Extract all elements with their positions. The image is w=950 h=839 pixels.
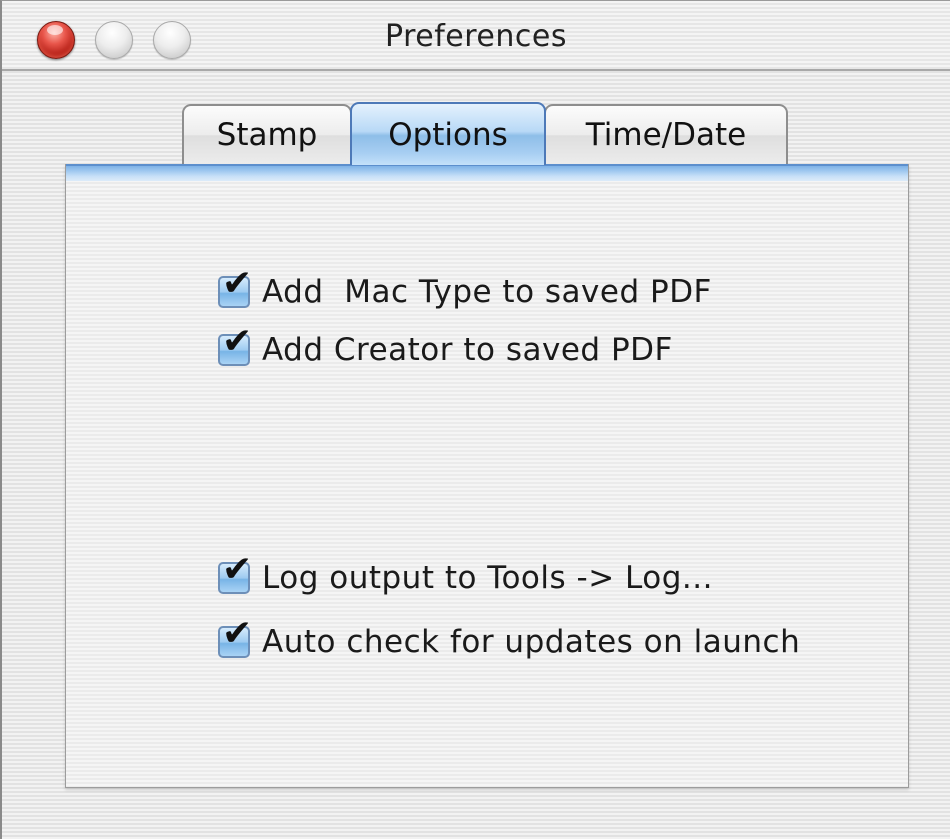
log-output-checkbox[interactable]: ✔ xyxy=(218,552,252,594)
option-add-mac-type[interactable]: ✔ Add Mac Type to saved PDF xyxy=(218,266,712,310)
add-creator-label: Add Creator to saved PDF xyxy=(262,332,673,368)
tab-bar: Stamp Options Time/Date xyxy=(182,102,788,165)
tab-options[interactable]: Options xyxy=(350,102,546,165)
tab-stamp[interactable]: Stamp xyxy=(182,104,352,164)
panel-selection-bar xyxy=(66,164,908,181)
checkmark-icon: ✔ xyxy=(222,549,253,590)
option-add-creator[interactable]: ✔ Add Creator to saved PDF xyxy=(218,324,673,368)
options-panel: ✔ Add Mac Type to saved PDF ✔ Add Creato… xyxy=(65,164,909,788)
checkmark-icon: ✔ xyxy=(222,321,253,362)
window-title: Preferences xyxy=(385,19,567,54)
preferences-window: Preferences Stamp Options Time/Date ✔ Ad… xyxy=(0,0,950,839)
log-output-label: Log output to Tools -> Log... xyxy=(262,560,713,596)
checkmark-icon: ✔ xyxy=(222,263,253,304)
checkmark-icon: ✔ xyxy=(222,613,253,654)
option-auto-check-updates[interactable]: ✔ Auto check for updates on launch xyxy=(218,616,801,660)
auto-check-updates-label: Auto check for updates on launch xyxy=(262,624,801,660)
auto-check-updates-checkbox[interactable]: ✔ xyxy=(218,616,252,658)
tab-time-date[interactable]: Time/Date xyxy=(544,104,788,164)
add-creator-checkbox[interactable]: ✔ xyxy=(218,324,252,366)
add-mac-type-label: Add Mac Type to saved PDF xyxy=(262,274,712,310)
add-mac-type-checkbox[interactable]: ✔ xyxy=(218,266,252,308)
option-log-output[interactable]: ✔ Log output to Tools -> Log... xyxy=(218,552,713,596)
title-bar[interactable]: Preferences xyxy=(2,1,950,71)
